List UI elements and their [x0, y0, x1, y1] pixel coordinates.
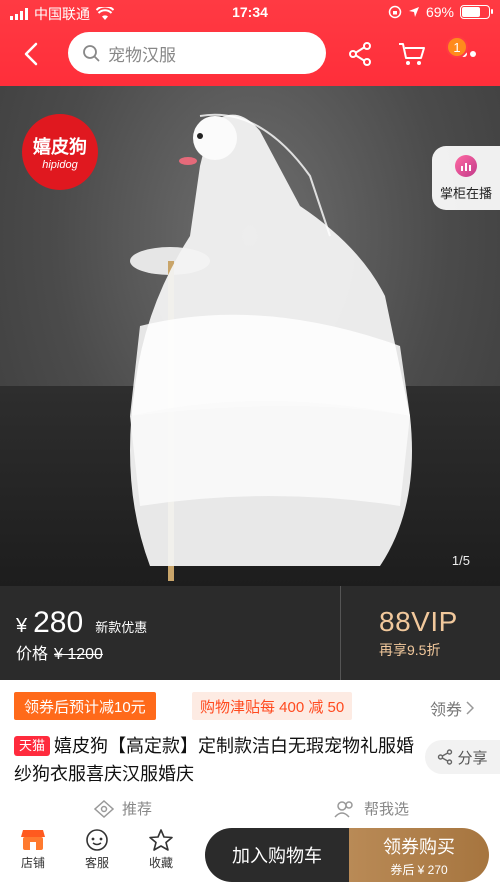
- share-icon: [438, 749, 453, 765]
- buy-subtitle: 券后 ¥ 270: [390, 862, 448, 877]
- get-coupon-link[interactable]: 领券: [430, 696, 475, 720]
- store-icon: [21, 830, 45, 850]
- star-icon: [149, 829, 173, 851]
- more-button[interactable]: 1: [446, 36, 482, 72]
- original-price: 价格 ¥ 1200: [16, 640, 103, 664]
- status-bar: 中国联通 17:34 69%: [0, 0, 500, 26]
- brand-logo-cn: 嬉皮狗: [33, 137, 87, 157]
- location-icon: [408, 7, 419, 17]
- allowance-chip[interactable]: 购物津贴每 400 减 50: [192, 692, 353, 720]
- chevron-right-icon: [466, 701, 475, 715]
- promo-tag: 新款优惠: [95, 620, 148, 635]
- back-button[interactable]: [14, 36, 50, 72]
- store-button[interactable]: 店铺: [8, 828, 58, 871]
- search-placeholder: 宠物汉服: [108, 45, 176, 65]
- buy-with-coupon-button[interactable]: 领券购买 券后 ¥ 270: [349, 828, 489, 882]
- back-arrow-icon: [24, 42, 38, 66]
- brand-logo: 嬉皮狗 hipidog: [22, 114, 98, 190]
- customer-service-icon: [86, 829, 108, 851]
- nav-bar: 宠物汉服 1: [0, 28, 500, 78]
- search-input[interactable]: 宠物汉服: [68, 32, 326, 74]
- tab-recommend[interactable]: 推荐: [94, 798, 152, 819]
- product-title-text: 嬉皮狗【高定款】定制款洁白无瑕宠物礼服婚纱狗衣服喜庆汉服婚庆: [14, 736, 415, 784]
- promo-row: 领券后预计减10元 购物津贴每 400 减 50 领券: [0, 690, 500, 722]
- favorite-label: 收藏: [148, 856, 173, 870]
- cart-button[interactable]: [394, 36, 430, 72]
- recommend-icon: [94, 799, 114, 818]
- share-button[interactable]: [342, 36, 378, 72]
- tab-recommend-label: 推荐: [122, 801, 153, 818]
- vip-discount[interactable]: 88VIP 再享9.5折: [340, 586, 500, 680]
- coupon-chip[interactable]: 领券后预计减10元: [14, 692, 156, 720]
- original-price-value: ¥ 1200: [54, 646, 103, 663]
- battery-percent: 69%: [425, 4, 454, 20]
- get-coupon-label: 领券: [430, 702, 463, 719]
- product-title: 天猫 嬉皮狗【高定款】定制款洁白无瑕宠物礼服婚纱狗衣服喜庆汉服婚庆: [14, 732, 419, 788]
- share-icon: [349, 42, 371, 66]
- battery-icon: [460, 5, 493, 19]
- price-symbol: ¥: [16, 615, 28, 637]
- live-stream-button[interactable]: 掌柜在播: [432, 146, 500, 210]
- current-price: ¥ 280 新款优惠: [16, 606, 147, 640]
- buy-title: 领券购买: [383, 836, 455, 857]
- share-product-button[interactable]: 分享: [425, 740, 500, 774]
- share-label: 分享: [457, 749, 488, 767]
- store-label: 店铺: [20, 856, 45, 870]
- add-to-cart-button[interactable]: 加入购物车: [205, 828, 349, 882]
- tab-help-choose[interactable]: 帮我选: [334, 798, 409, 819]
- price-section: ¥ 280 新款优惠 价格 ¥ 1200 88VIP 再享9.5折: [0, 586, 500, 680]
- original-price-label: 价格: [16, 646, 49, 663]
- vip-title: 88VIP: [379, 606, 458, 637]
- brand-logo-en: hipidog: [42, 159, 78, 171]
- service-label: 客服: [84, 856, 109, 870]
- orientation-lock-icon: [388, 5, 402, 19]
- tab-help-choose-label: 帮我选: [364, 801, 410, 818]
- status-right: 69%: [388, 4, 493, 20]
- bottom-action-bar: 店铺 客服 收藏 加入购物车 领券购买 券后 ¥ 270: [0, 822, 500, 889]
- people-icon: [334, 800, 353, 818]
- tmall-badge: 天猫: [14, 736, 51, 756]
- vip-subtitle: 再享9.5折: [379, 642, 441, 658]
- price-value: 280: [33, 606, 84, 639]
- live-label: 掌柜在播: [439, 185, 492, 201]
- battery-fill: [462, 7, 480, 17]
- cart-badge: 1: [446, 36, 468, 58]
- content-tabs: 推荐 帮我选: [0, 798, 500, 822]
- product-image[interactable]: 嬉皮狗 hipidog 掌柜在播 1/5: [0, 86, 500, 586]
- search-icon: [83, 45, 100, 62]
- cart-icon: [399, 43, 425, 65]
- service-button[interactable]: 客服: [72, 828, 122, 871]
- live-icon: [455, 154, 477, 177]
- image-counter: 1/5: [451, 553, 470, 568]
- header: 中国联通 17:34 69% 宠物汉服 1: [0, 0, 500, 86]
- favorite-button[interactable]: 收藏: [136, 828, 186, 871]
